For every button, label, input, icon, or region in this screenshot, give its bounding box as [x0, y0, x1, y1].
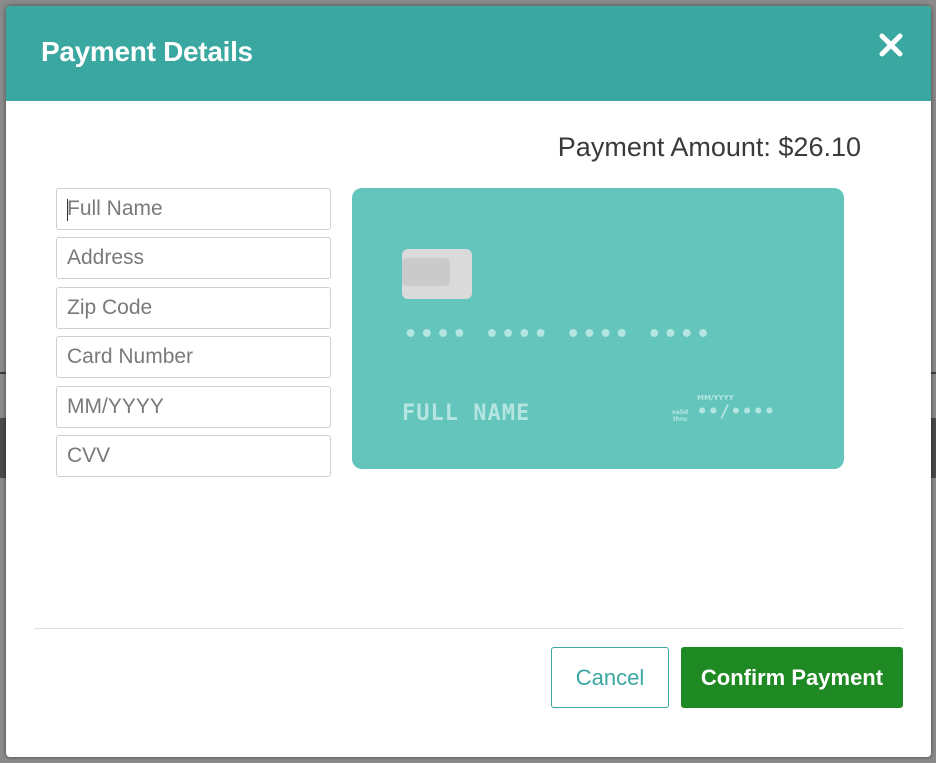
card-expiry-preview: ••/••••: [697, 402, 776, 422]
confirm-payment-button[interactable]: Confirm Payment: [681, 647, 903, 708]
card-valid-thru-label: valid thru: [671, 409, 689, 423]
payment-amount: Payment Amount: $26.10: [557, 132, 861, 162]
close-icon[interactable]: [876, 30, 906, 60]
card-preview: •••• •••• •••• •••• FULL NAME MM/YYYY va…: [352, 188, 844, 469]
card-chip-icon: [402, 249, 472, 299]
cvv-input[interactable]: [56, 435, 331, 477]
text-caret: [67, 199, 68, 221]
card-name-preview: FULL NAME: [402, 401, 531, 426]
modal-header: Payment Details: [6, 6, 931, 101]
zip-code-input[interactable]: [56, 287, 331, 329]
card-expiry-format: MM/YYYY: [697, 394, 734, 402]
card-chip-inner: [402, 258, 450, 286]
cancel-button[interactable]: Cancel: [551, 647, 669, 708]
card-number-preview: •••• •••• •••• ••••: [404, 322, 713, 347]
card-number-input[interactable]: [56, 336, 331, 378]
footer-divider: [34, 628, 903, 629]
modal-title: Payment Details: [41, 36, 253, 67]
full-name-input[interactable]: [56, 188, 331, 230]
address-input[interactable]: [56, 237, 331, 279]
expiry-input[interactable]: [56, 386, 331, 428]
payment-modal: Payment Details Payment Amount: $26.10 •…: [6, 6, 931, 757]
